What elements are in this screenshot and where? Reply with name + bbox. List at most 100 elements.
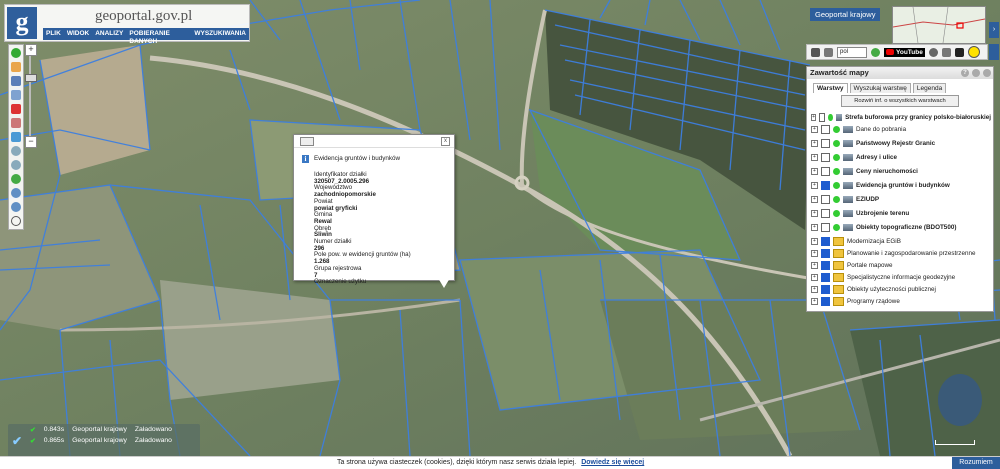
layer-checkbox[interactable] [821,284,830,294]
panel-minimize-button[interactable] [972,69,980,77]
layer-checkbox[interactable] [821,194,830,204]
next-view-icon[interactable] [11,202,21,212]
zoom-minus-button[interactable]: − [25,136,37,148]
layer-row[interactable]: + Adresy i ulice [811,151,991,163]
expand-layer-icon[interactable]: + [811,285,818,293]
accessibility-icon[interactable] [941,47,951,57]
expand-layer-icon[interactable]: + [811,209,818,217]
layer-name: Adresy i ulice [856,153,897,161]
zoom-in-icon[interactable] [11,146,21,156]
expand-layer-icon[interactable]: + [811,237,818,245]
globe-icon[interactable] [11,174,21,184]
zoom-out-icon[interactable] [11,160,21,170]
layer-checkbox[interactable] [821,248,830,258]
expand-layer-icon[interactable]: + [811,261,818,269]
layer-row[interactable]: + Ceny nieruchomości [811,165,991,177]
layer-checkbox[interactable] [821,124,830,134]
language-select[interactable]: pol [837,46,867,58]
expand-layer-icon[interactable]: + [811,273,818,281]
layer-row[interactable]: + Strefa buforowa przy granicy polsko-bia… [811,111,991,123]
panel-close-button[interactable] [983,69,991,77]
layer-stack-icon [843,209,853,217]
popup-menu-icon[interactable] [300,137,314,146]
expand-layer-icon[interactable]: + [811,113,817,121]
contrast-icon[interactable] [954,47,964,57]
zoom-plus-button[interactable]: + [25,44,37,56]
calculator-icon[interactable] [811,47,820,57]
layer-stack-icon [843,167,853,175]
layer-row[interactable]: + Portale mapowe [811,259,991,271]
layer-row[interactable]: + Obiekty użyteczności publicznej [811,283,991,295]
layer-row[interactable]: + Dane do pobrania [811,123,991,135]
cookie-accept-button[interactable]: Rozumiem [952,457,1000,469]
menu-widok[interactable]: WIDOK [64,28,92,40]
expand-layer-icon[interactable]: + [811,125,818,133]
pencil-icon[interactable] [11,118,21,128]
grid-icon[interactable] [824,47,833,57]
expand-layer-icon[interactable]: + [811,249,818,257]
expand-layer-icon[interactable]: + [811,297,818,305]
overview-minimap[interactable] [892,6,986,44]
layer-checkbox[interactable] [821,166,830,176]
layer-checkbox[interactable] [821,138,830,148]
expand-all-layers-button[interactable]: Rozwiń inf. o wszystkich warstwach [841,95,959,107]
measure-icon[interactable] [11,90,21,100]
layer-checkbox[interactable] [821,296,830,306]
help-green-icon[interactable] [871,47,880,57]
layer-row[interactable]: + Specjalistyczne informacje geodezyjne [811,271,991,283]
zoom-track[interactable] [29,56,31,136]
eye-toggle-icon[interactable] [989,44,999,60]
layer-checkbox[interactable] [821,208,830,218]
layer-checkbox[interactable] [819,112,826,122]
geoportal-logo[interactable]: g [7,7,37,39]
expand-layer-icon[interactable]: + [811,139,818,147]
layer-row[interactable]: + Uzbrojenie terenu [811,207,991,219]
menu-plik[interactable]: PLIK [43,28,64,40]
layer-name: Strefa buforowa przy granicy polsko-biał… [845,113,991,121]
expand-layer-icon[interactable]: + [811,181,818,189]
tab-warstwy[interactable]: Warstwy [813,83,848,93]
cookie-learn-more-link[interactable]: Dowiedz się więcej [581,459,644,466]
pan-hand-icon[interactable] [11,62,21,72]
layer-status-icon [833,195,840,203]
zoom-slider[interactable]: + − [25,44,37,148]
tab-wyszukaj-warstwe[interactable]: Wyszukaj warstwę [849,83,911,93]
view-eye-icon[interactable] [967,46,980,58]
previous-view-icon[interactable] [11,188,21,198]
info-icon[interactable] [11,48,21,58]
layer-checkbox[interactable] [821,222,830,232]
layer-name: Ewidencja gruntów i budynków [856,181,950,189]
tab-legenda[interactable]: Legenda [912,83,947,93]
layer-row[interactable]: + Państwowy Rejestr Granic [811,137,991,149]
youtube-link[interactable]: YouTube [884,47,925,57]
expand-layer-icon[interactable]: + [811,223,818,231]
layer-checkbox[interactable] [821,260,830,270]
collapse-panel-button[interactable]: › [989,22,999,38]
layer-checkbox[interactable] [821,180,830,190]
menu-pobieranie-danych[interactable]: POBIERANIE DANYCH [126,28,191,45]
expand-layer-icon[interactable]: + [811,153,818,161]
layer-row[interactable]: + Obiekty topograficzne (BDOT500) [811,221,991,233]
layer-checkbox[interactable] [821,236,830,246]
xy-coordinates-icon[interactable] [11,132,21,142]
panel-help-button[interactable]: ? [961,69,969,77]
locate-icon[interactable] [11,216,21,226]
expand-layer-icon[interactable]: + [811,195,818,203]
layer-checkbox[interactable] [821,272,830,282]
layer-row[interactable]: + Ewidencja gruntów i budynków [811,179,991,191]
menu-wyszukiwania[interactable]: WYSZUKIWANIA [191,28,249,40]
print-icon[interactable] [11,104,21,114]
layers-icon[interactable] [11,76,21,86]
layer-stack-icon [843,125,853,133]
zoom-handle[interactable] [25,74,37,82]
layer-checkbox[interactable] [821,152,830,162]
layer-row[interactable]: + Modernizacja EGiB [811,235,991,247]
layer-row[interactable]: + EZIUDP [811,193,991,205]
expand-layer-icon[interactable]: + [811,167,818,175]
layer-row[interactable]: + Programy rządowe [811,295,991,307]
support-icon[interactable] [928,47,938,57]
layer-stack-icon [835,113,843,121]
menu-analizy[interactable]: ANALIZY [92,28,126,40]
popup-close-button[interactable]: x [441,137,450,146]
layer-row[interactable]: + Planowanie i zagospodarowanie przestrze… [811,247,991,259]
